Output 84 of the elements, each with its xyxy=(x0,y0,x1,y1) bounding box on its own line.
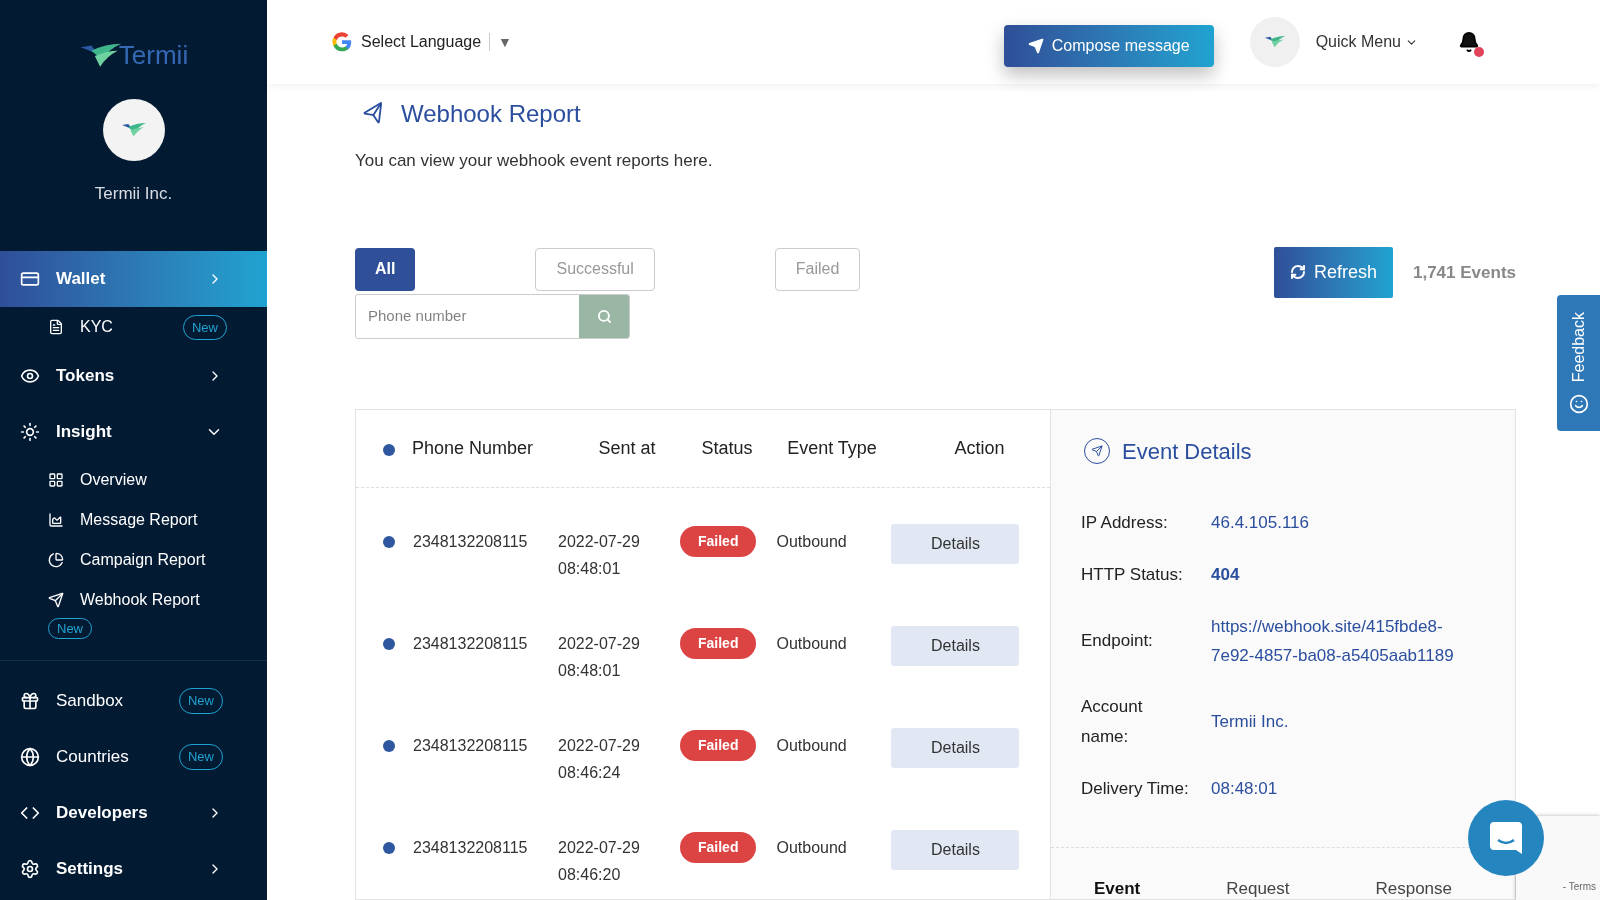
column-header: Status xyxy=(700,436,754,460)
field-label: Account name: xyxy=(1081,695,1144,748)
filter-tab[interactable]: All xyxy=(355,247,416,291)
field-label: HTTP Status: xyxy=(1081,563,1184,586)
table-cell-text: Outbound xyxy=(776,633,848,654)
refresh-icon xyxy=(1289,264,1306,280)
field-label: Delivery Time: xyxy=(1081,777,1190,800)
status-badge: Failed xyxy=(680,627,757,659)
table-cell-text: 2022-07-29 08:46:24 xyxy=(558,735,641,783)
field-value: https://webhook.site/415fbde8-7e92-4857-ba08-a5405aab1189 xyxy=(1211,615,1455,667)
details-button[interactable]: Details xyxy=(891,625,1020,666)
detail-tab[interactable]: Event xyxy=(1093,875,1141,899)
search-icon xyxy=(596,308,612,324)
table-cell-text: 2022-07-29 08:48:01 xyxy=(558,633,641,681)
settings-icon xyxy=(20,859,40,879)
smile-icon xyxy=(1568,394,1589,415)
page-title: Webhook Report xyxy=(401,99,581,129)
brand-name: Termii xyxy=(118,39,189,72)
field-value: 404 xyxy=(1211,564,1240,586)
column-header: Phone Number xyxy=(412,436,535,460)
status-badge: Failed xyxy=(680,525,757,557)
feedback-tab[interactable]: Feedback xyxy=(1557,295,1600,431)
field-value: Termii Inc. xyxy=(1211,711,1289,733)
page-subtitle: You can view your webhook event reports here. xyxy=(355,150,714,172)
detail-tab[interactable]: Request xyxy=(1226,875,1290,899)
column-header: Event Type xyxy=(786,436,878,460)
eye-icon xyxy=(20,366,40,386)
status-badge: Failed xyxy=(680,729,757,761)
field-label: IP Address: xyxy=(1081,511,1169,534)
chat-icon xyxy=(1488,820,1524,856)
sun-icon xyxy=(20,422,40,442)
bird-logo-icon xyxy=(120,122,147,138)
table-cell-text: 2348132208115 xyxy=(413,837,529,858)
quick-menu-button[interactable]: Quick Menu xyxy=(1315,30,1418,54)
field-label: Endpoint: xyxy=(1081,629,1154,652)
bell-icon[interactable] xyxy=(1458,31,1480,53)
table-cell-text: 2022-07-29 08:46:20 xyxy=(558,837,641,885)
table-cell-text: 2348132208115 xyxy=(413,531,529,552)
send-icon xyxy=(1027,38,1044,54)
sidebar-item[interactable]: Countries New xyxy=(0,729,267,785)
sidebar-subitem[interactable]: Message Report xyxy=(48,508,227,532)
event-details-title: Event Details xyxy=(1122,437,1252,466)
document-icon xyxy=(48,319,64,336)
table-cell-text: Outbound xyxy=(776,735,848,756)
details-button[interactable]: Details xyxy=(891,727,1020,768)
recaptcha-text[interactable]: - Terms xyxy=(1562,879,1596,894)
sidebar-item[interactable]: Settings xyxy=(0,841,267,897)
compose-message-button[interactable]: Compose message xyxy=(1003,25,1214,67)
sidebar-subitem[interactable]: Campaign Report xyxy=(48,548,227,572)
event-count: 1,741 Events xyxy=(1413,261,1516,284)
detail-tab[interactable]: Response xyxy=(1375,875,1453,899)
sidebar-subitem[interactable]: Webhook Report xyxy=(48,588,227,612)
details-button[interactable]: Details xyxy=(891,829,1020,870)
table-cell-text: Outbound xyxy=(776,531,848,552)
phone-number-input[interactable]: Phone number xyxy=(356,294,579,338)
sidebar-item[interactable]: Tokens xyxy=(0,348,267,404)
field-value: 08:48:01 xyxy=(1211,778,1278,800)
pie-chart-icon xyxy=(48,552,64,568)
table-cell-text: 2022-07-29 08:48:01 xyxy=(558,531,641,579)
refresh-button[interactable]: Refresh xyxy=(1273,246,1393,298)
sidebar-subitem[interactable]: KYC New xyxy=(48,314,227,340)
table-cell-text: Outbound xyxy=(776,837,848,858)
chart-icon xyxy=(48,512,64,528)
language-select[interactable]: Select Language ▼ xyxy=(331,30,512,54)
globe-icon xyxy=(20,747,40,767)
column-header: Action xyxy=(953,436,1006,460)
sidebar-item[interactable]: Sandbox New xyxy=(0,673,267,729)
gift-icon xyxy=(20,691,40,711)
details-button[interactable]: Details xyxy=(891,523,1020,564)
sidebar-item[interactable]: Insight xyxy=(0,404,267,460)
column-header: Sent at xyxy=(597,436,657,460)
send-icon xyxy=(48,592,64,608)
account-name: Termii Inc. xyxy=(94,183,173,205)
grid-icon xyxy=(48,472,64,488)
sidebar-subitem[interactable]: Overview xyxy=(48,468,227,492)
field-value: 46.4.105.116 xyxy=(1211,512,1309,534)
bird-logo-icon xyxy=(1263,35,1286,49)
table-cell-text: 2348132208115 xyxy=(413,735,529,756)
status-badge: Failed xyxy=(680,831,757,863)
sidebar-item[interactable]: Developers xyxy=(0,785,267,841)
google-icon xyxy=(331,31,353,53)
sidebar-item[interactable]: Wallet xyxy=(0,250,267,307)
search-field[interactable]: Phone number xyxy=(355,293,630,339)
table-cell-text: 2348132208115 xyxy=(413,633,529,654)
